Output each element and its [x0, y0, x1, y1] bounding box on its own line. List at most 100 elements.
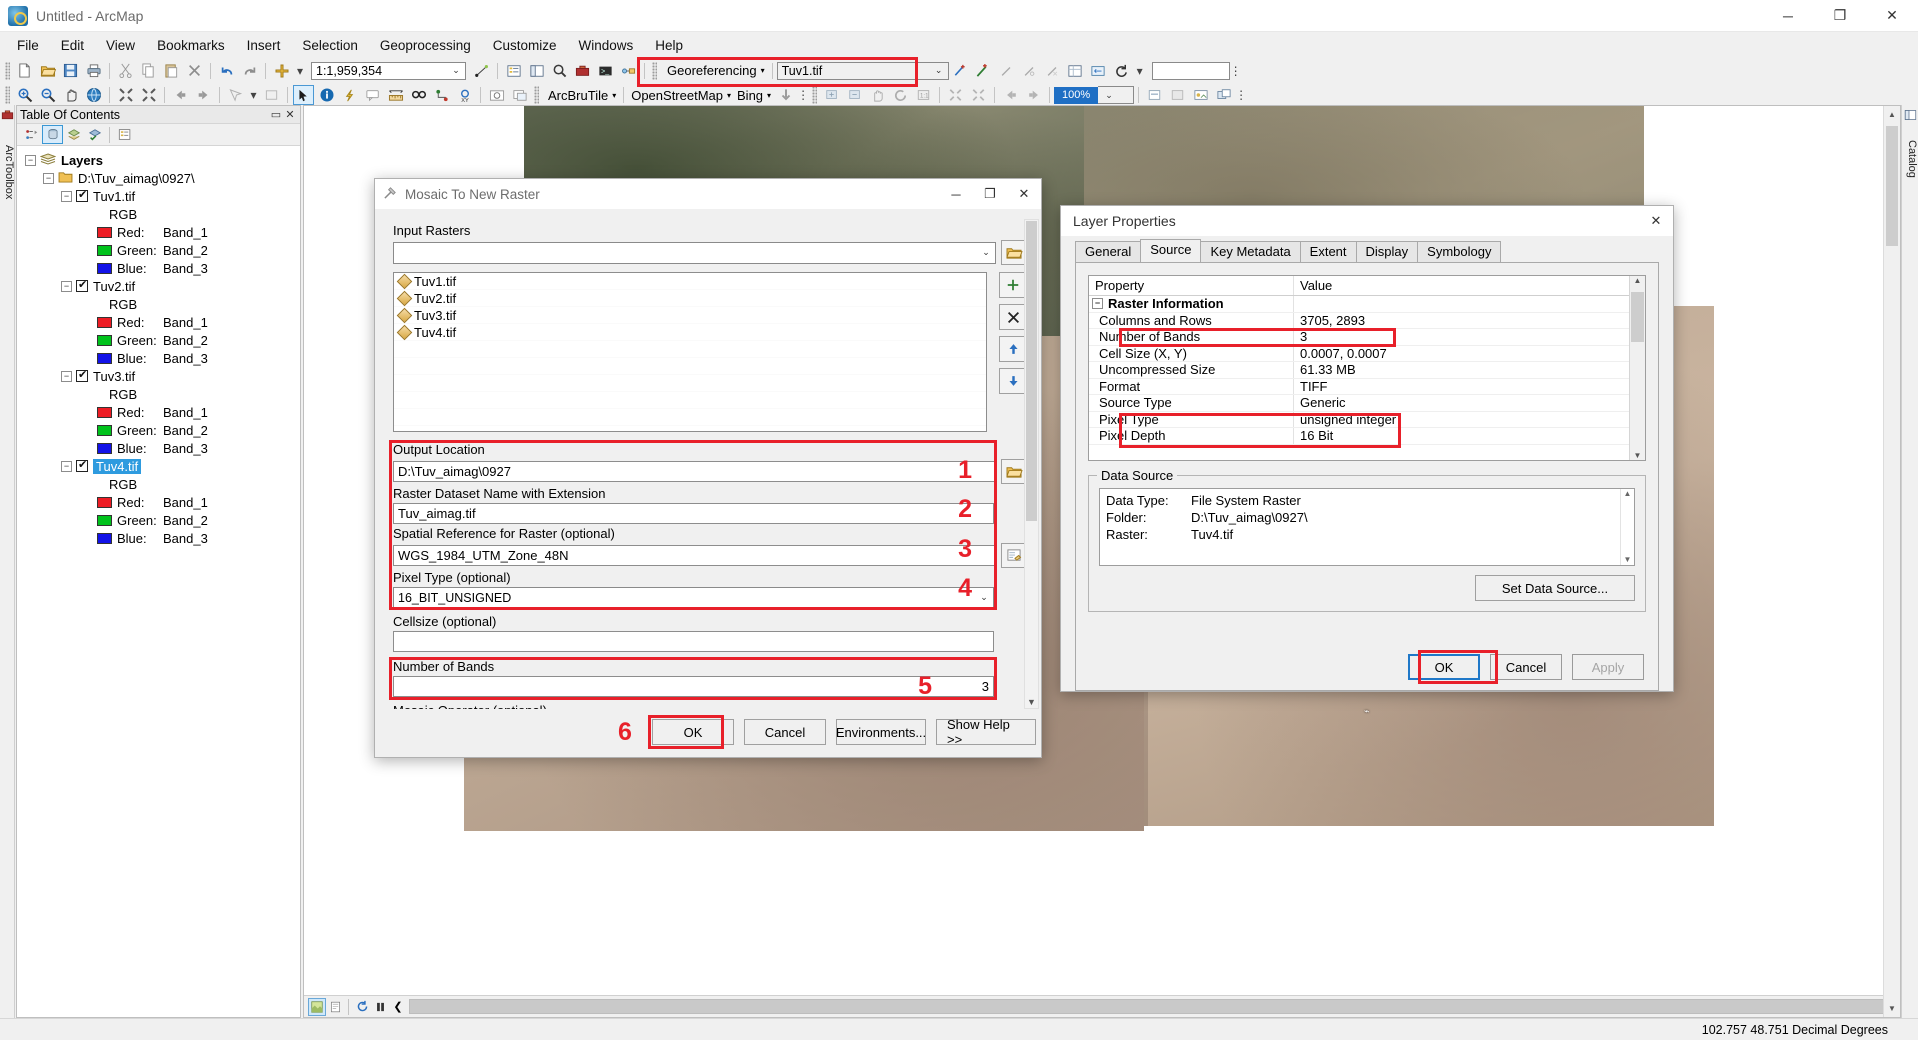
collapse-icon[interactable]: −: [25, 154, 36, 166]
menu-item-insert[interactable]: Insert: [236, 35, 292, 56]
next-image-icon[interactable]: [1023, 85, 1044, 105]
layer-visibility-checkbox[interactable]: [76, 458, 88, 472]
edit-vertices-icon[interactable]: [471, 61, 492, 81]
save-icon[interactable]: [60, 61, 81, 81]
rectify-icon[interactable]: [1088, 61, 1109, 81]
link-table-icon[interactable]: [1065, 61, 1086, 81]
tab-symbology[interactable]: Symbology: [1417, 241, 1502, 262]
openstreetmap-menu[interactable]: OpenStreetMap ▾: [628, 88, 734, 103]
table-of-contents-icon[interactable]: [503, 61, 524, 81]
toolbar-grip[interactable]: [534, 86, 539, 104]
chevron-down-icon[interactable]: ⌄: [1102, 90, 1116, 101]
table-row[interactable]: Format TIFF: [1089, 378, 1645, 395]
toc-layer-tree[interactable]: −Layers−D:\Tuv_aimag\0927\−Tuv1.tifRGBRe…: [17, 147, 300, 1017]
zoom-out-raster-icon[interactable]: [844, 85, 865, 105]
table-row[interactable]: Pixel Type unsigned integer: [1089, 411, 1645, 428]
collapse-icon[interactable]: −: [61, 190, 72, 202]
add-raster-button[interactable]: [999, 272, 1027, 298]
time-slider-icon[interactable]: [486, 85, 507, 105]
cut-icon[interactable]: [115, 61, 136, 81]
tab-general[interactable]: General: [1075, 241, 1142, 262]
tab-extent[interactable]: Extent: [1299, 241, 1357, 262]
collapse-arrow-icon[interactable]: ❮: [389, 998, 407, 1016]
scroll-down-arrow-icon[interactable]: ▼: [1630, 451, 1645, 460]
set-data-source-button[interactable]: Set Data Source...: [1475, 575, 1635, 601]
image-analysis-icon[interactable]: [1190, 85, 1211, 105]
model-builder-icon[interactable]: [618, 61, 639, 81]
collapse-icon[interactable]: −: [1092, 298, 1103, 310]
go-back-extent-icon[interactable]: [170, 85, 191, 105]
redo-icon[interactable]: [239, 61, 260, 81]
menu-item-selection[interactable]: Selection: [291, 35, 369, 56]
toc-folder-item[interactable]: − D:\Tuv_aimag\0927\: [17, 169, 300, 187]
delete-icon[interactable]: [184, 61, 205, 81]
search-window-icon[interactable]: [549, 61, 570, 81]
rotation-angle-input[interactable]: [1151, 61, 1230, 80]
find-route-icon[interactable]: [431, 85, 452, 105]
raster-information-grid[interactable]: Property Value − Raster Information Colu…: [1088, 275, 1646, 461]
html-popup-icon[interactable]: [362, 85, 383, 105]
select-features-icon[interactable]: [225, 85, 246, 105]
output-location-input[interactable]: D:\Tuv_aimag\0927: [393, 461, 996, 482]
zoom-in-raster-icon[interactable]: [821, 85, 842, 105]
raster-information-group-row[interactable]: − Raster Information: [1089, 296, 1645, 313]
catalog-window-icon[interactable]: [526, 61, 547, 81]
layer-properties-close-button[interactable]: ✕: [1639, 207, 1673, 236]
undo-icon[interactable]: [216, 61, 237, 81]
collapse-icon[interactable]: −: [61, 280, 72, 292]
shrink-extent-icon[interactable]: [945, 85, 966, 105]
measure-icon[interactable]: [385, 85, 406, 105]
remove-raster-button[interactable]: [999, 304, 1027, 330]
view-link-table-icon[interactable]: [996, 61, 1017, 81]
toc-layer-tuv1-tif[interactable]: − Tuv1.tif: [17, 187, 300, 205]
arcbrutile-menu[interactable]: ArcBruTile ▾: [545, 88, 619, 103]
cellsize-input[interactable]: [393, 631, 994, 652]
toolbar-overflow-icon[interactable]: ⋮: [797, 85, 809, 105]
swipe-icon[interactable]: [1144, 85, 1165, 105]
menu-item-geoprocessing[interactable]: Geoprocessing: [369, 35, 482, 56]
print-icon[interactable]: [83, 61, 104, 81]
input-rasters-list[interactable]: Tuv1.tif Tuv2.tif Tuv3.tif Tuv4.tif: [393, 272, 987, 432]
refresh-view-icon[interactable]: [353, 998, 371, 1016]
go-to-xy-icon[interactable]: XY: [454, 85, 475, 105]
close-icon[interactable]: ✕: [283, 108, 297, 121]
full-extent-icon[interactable]: [83, 85, 104, 105]
table-row[interactable]: Source Type Generic: [1089, 395, 1645, 412]
mosaic-minimize-button[interactable]: ─: [939, 180, 973, 209]
chevron-down-icon[interactable]: ⌄: [977, 592, 991, 603]
layer-properties-cancel-button[interactable]: Cancel: [1490, 654, 1562, 680]
fixed-zoom-in-icon[interactable]: [115, 85, 136, 105]
mosaic-close-button[interactable]: ✕: [1007, 180, 1041, 209]
menu-item-help[interactable]: Help: [644, 35, 694, 56]
sidebar-item-catalog[interactable]: Catalog: [1903, 125, 1918, 189]
toc-layer-tuv2-tif[interactable]: − Tuv2.tif: [17, 277, 300, 295]
auto-register-icon[interactable]: [973, 61, 994, 81]
layer-visibility-checkbox[interactable]: [76, 368, 88, 382]
menu-item-edit[interactable]: Edit: [50, 35, 95, 56]
menu-item-customize[interactable]: Customize: [482, 35, 568, 56]
scroll-down-arrow-icon[interactable]: ▼: [1025, 697, 1038, 707]
input-rasters-combo[interactable]: ⌄: [393, 241, 996, 264]
list-item[interactable]: Tuv1.tif: [394, 273, 986, 290]
hyperlink-icon[interactable]: [339, 85, 360, 105]
collapse-icon[interactable]: −: [61, 370, 72, 382]
mosaic-environments-button[interactable]: Environments...: [836, 719, 926, 745]
rotate-dropdown-icon[interactable]: ▾: [1134, 61, 1146, 81]
zoom-out-icon[interactable]: [37, 85, 58, 105]
go-forward-extent-icon[interactable]: [193, 85, 214, 105]
pan-raster-icon[interactable]: [867, 85, 888, 105]
pause-drawing-icon[interactable]: [371, 998, 389, 1016]
chevron-down-icon[interactable]: ⌄: [932, 65, 946, 76]
scrollbar-thumb[interactable]: [1886, 126, 1898, 246]
menu-item-bookmarks[interactable]: Bookmarks: [146, 35, 236, 56]
rotate-icon[interactable]: [1111, 61, 1132, 81]
list-by-visibility-icon[interactable]: [63, 125, 84, 144]
list-item[interactable]: Tuv4.tif: [394, 324, 986, 341]
list-by-source-icon[interactable]: [42, 125, 63, 144]
add-data-dropdown-icon[interactable]: ▾: [294, 61, 306, 81]
zoom-in-icon[interactable]: [14, 85, 35, 105]
georeferencing-menu[interactable]: Georeferencing ▾: [664, 63, 768, 78]
spatial-reference-input[interactable]: WGS_1984_UTM_Zone_48N: [393, 545, 996, 566]
clear-selection-icon[interactable]: [261, 85, 282, 105]
mosaic-ok-button[interactable]: OK: [652, 719, 734, 745]
